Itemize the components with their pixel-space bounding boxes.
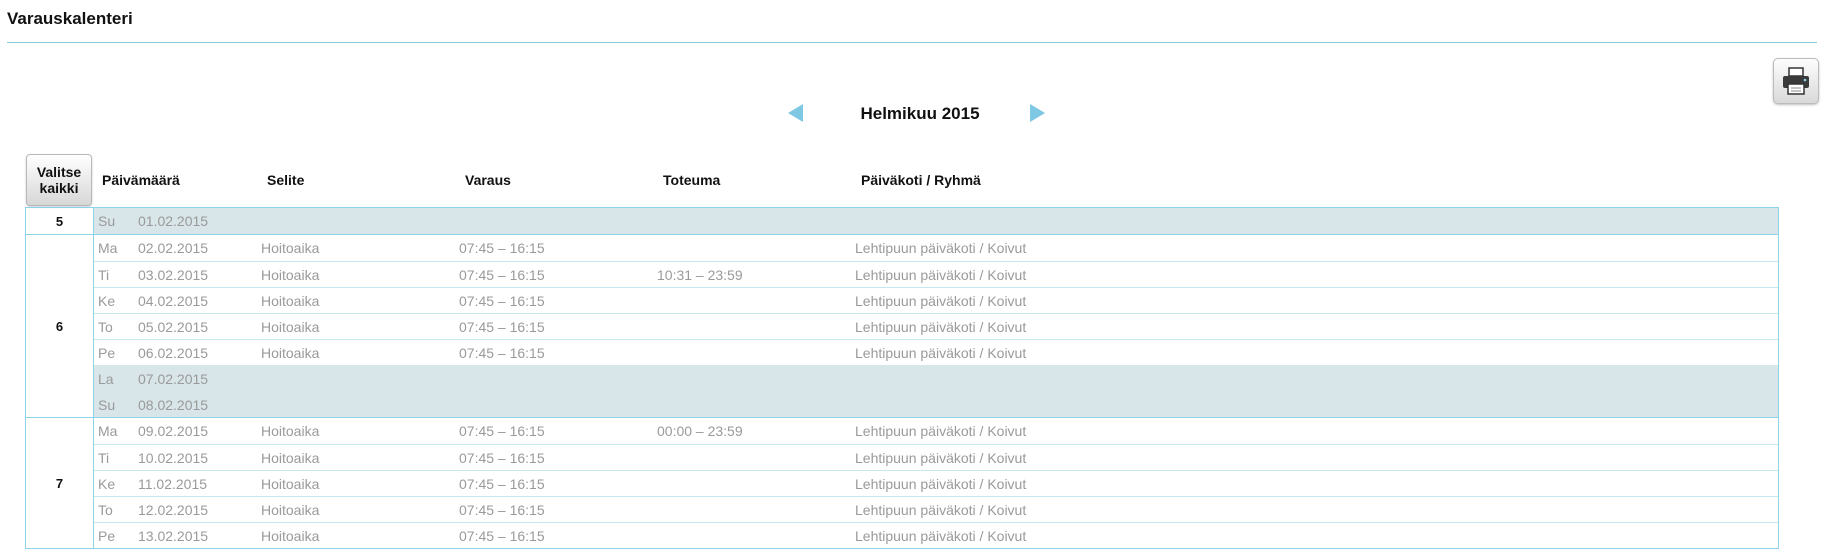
day-date: 12.02.2015 (138, 502, 209, 518)
day-description: Hoitoaika (261, 450, 320, 466)
day-row[interactable]: Pe 06.02.2015 Hoitoaika 07:45 – 16:15 Lehtip… (94, 339, 1778, 365)
day-date: 03.02.2015 (138, 267, 209, 283)
day-date: 11.02.2015 (138, 476, 208, 492)
day-reservation: 07:45 – 16:15 (459, 319, 545, 335)
day-weekday: Su (98, 397, 116, 413)
day-date: 01.02.2015 (138, 213, 209, 229)
print-button[interactable] (1773, 58, 1819, 104)
day-reservation: 07:45 – 16:15 (459, 240, 545, 256)
week-block: 5 Su 01.02.2015 (25, 207, 1779, 234)
day-row[interactable]: To 05.02.2015 Hoitoaika 07:45 – 16:15 Lehtip… (94, 313, 1778, 339)
day-row[interactable]: Ti 03.02.2015 Hoitoaika 07:45 – 16:15 10:31 … (94, 261, 1778, 287)
day-row[interactable]: Ma 02.02.2015 Hoitoaika 07:45 – 16:15 Lehtip… (94, 235, 1778, 261)
day-reservation: 07:45 – 16:15 (459, 502, 545, 518)
week-block: 7 Ma 09.02.2015 Hoitoaika 07:45 – 16:15 00:00… (25, 417, 1779, 549)
day-description: Hoitoaika (261, 423, 320, 439)
day-daycare: Lehtipuun päiväkoti / Koivut (855, 240, 1027, 256)
week-number: 5 (26, 208, 94, 234)
day-weekday: Pe (98, 528, 116, 544)
day-date: 05.02.2015 (138, 319, 209, 335)
day-daycare: Lehtipuun päiväkoti / Koivut (855, 528, 1027, 544)
arrow-left-icon[interactable] (788, 104, 803, 122)
day-description: Hoitoaika (261, 476, 320, 492)
day-row[interactable]: La 07.02.2015 (94, 365, 1778, 391)
header-reservation: Varaus (465, 172, 511, 188)
day-weekday: Ke (98, 476, 116, 492)
day-daycare: Lehtipuun päiväkoti / Koivut (855, 423, 1027, 439)
title-divider (7, 42, 1817, 43)
day-description: Hoitoaika (261, 267, 320, 283)
select-all-button[interactable]: Valitse kaikki (26, 154, 92, 206)
day-weekday: Ti (98, 450, 110, 466)
day-reservation: 07:45 – 16:15 (459, 293, 545, 309)
day-date: 13.02.2015 (138, 528, 209, 544)
day-daycare: Lehtipuun päiväkoti / Koivut (855, 476, 1027, 492)
week-number: 7 (26, 418, 94, 548)
week-days: Ma 02.02.2015 Hoitoaika 07:45 – 16:15 Lehtip… (94, 235, 1778, 417)
header-description: Selite (267, 172, 305, 188)
day-weekday: Ti (98, 267, 110, 283)
day-reservation: 07:45 – 16:15 (459, 476, 545, 492)
header-daycare: Päiväkoti / Ryhmä (861, 172, 981, 188)
day-weekday: Su (98, 213, 116, 229)
week-block: 6 Ma 02.02.2015 Hoitoaika 07:45 – 16:15 Lehti… (25, 234, 1779, 417)
day-date: 10.02.2015 (138, 450, 209, 466)
day-daycare: Lehtipuun päiväkoti / Koivut (855, 450, 1027, 466)
day-reservation: 07:45 – 16:15 (459, 450, 545, 466)
day-row[interactable]: Su 01.02.2015 (94, 208, 1778, 234)
day-row[interactable]: Ti 10.02.2015 Hoitoaika 07:45 – 16:15 Lehtip… (94, 444, 1778, 470)
day-weekday: La (98, 371, 114, 387)
day-reservation: 07:45 – 16:15 (459, 528, 545, 544)
week-days: Ma 09.02.2015 Hoitoaika 07:45 – 16:15 00:00 … (94, 418, 1778, 548)
day-row[interactable]: To 12.02.2015 Hoitoaika 07:45 – 16:15 Lehtip… (94, 496, 1778, 522)
day-actual: 10:31 – 23:59 (657, 267, 743, 283)
day-row[interactable]: Su 08.02.2015 (94, 391, 1778, 417)
day-weekday: Ma (98, 240, 118, 256)
day-date: 09.02.2015 (138, 423, 209, 439)
day-daycare: Lehtipuun päiväkoti / Koivut (855, 319, 1027, 335)
day-daycare: Lehtipuun päiväkoti / Koivut (855, 502, 1027, 518)
day-actual: 00:00 – 23:59 (657, 423, 743, 439)
day-date: 02.02.2015 (138, 240, 209, 256)
week-number: 6 (26, 235, 94, 417)
page-title: Varauskalenteri (7, 9, 133, 28)
day-weekday: Ma (98, 423, 118, 439)
week-days: Su 01.02.2015 (94, 208, 1778, 234)
day-row[interactable]: Ke 11.02.2015 Hoitoaika 07:45 – 16:15 Lehtip… (94, 470, 1778, 496)
day-description: Hoitoaika (261, 528, 320, 544)
day-weekday: Pe (98, 345, 116, 361)
day-row[interactable]: Pe 13.02.2015 Hoitoaika 07:45 – 16:15 Lehtip… (94, 522, 1778, 548)
day-reservation: 07:45 – 16:15 (459, 267, 545, 283)
day-date: 04.02.2015 (138, 293, 209, 309)
day-description: Hoitoaika (261, 345, 320, 361)
day-reservation: 07:45 – 16:15 (459, 345, 545, 361)
day-daycare: Lehtipuun päiväkoti / Koivut (855, 267, 1027, 283)
day-daycare: Lehtipuun päiväkoti / Koivut (855, 345, 1027, 361)
day-weekday: Ke (98, 293, 116, 309)
day-weekday: To (98, 319, 113, 335)
day-date: 08.02.2015 (138, 397, 209, 413)
day-row[interactable]: Ma 09.02.2015 Hoitoaika 07:45 – 16:15 00:00 … (94, 418, 1778, 444)
day-reservation: 07:45 – 16:15 (459, 423, 545, 439)
header-date: Päivämäärä (102, 172, 180, 188)
month-navigation: Helmikuu 2015 (780, 100, 1060, 130)
day-description: Hoitoaika (261, 293, 320, 309)
day-row[interactable]: Ke 04.02.2015 Hoitoaika 07:45 – 16:15 Lehtip… (94, 287, 1778, 313)
day-description: Hoitoaika (261, 240, 320, 256)
day-daycare: Lehtipuun päiväkoti / Koivut (855, 293, 1027, 309)
arrow-right-icon[interactable] (1030, 104, 1045, 122)
reservation-calendar: 5 Su 01.02.2015 6 Ma 02.02.2015 Hoitoaika 07:45… (25, 207, 1779, 549)
header-actual: Toteuma (663, 172, 721, 188)
day-date: 06.02.2015 (138, 345, 209, 361)
day-description: Hoitoaika (261, 502, 320, 518)
printer-icon (1783, 67, 1809, 95)
month-label: Helmikuu 2015 (860, 104, 980, 123)
day-date: 07.02.2015 (138, 371, 209, 387)
day-weekday: To (98, 502, 113, 518)
day-description: Hoitoaika (261, 319, 320, 335)
